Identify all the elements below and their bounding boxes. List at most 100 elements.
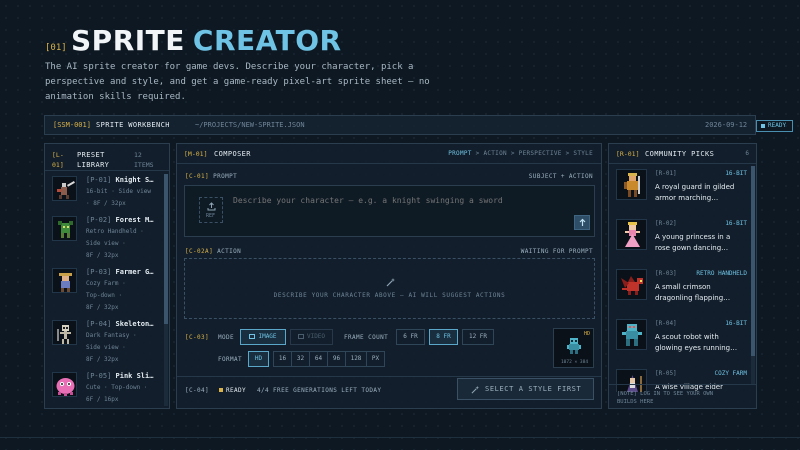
- footer-code: [C-04]: [185, 387, 210, 394]
- preset-name: Pink Sli…: [115, 372, 154, 380]
- library-scrollbar[interactable]: [164, 174, 168, 406]
- style-tag: 16-BIT: [725, 320, 747, 327]
- preset-name: Knight S…: [115, 176, 154, 184]
- library-scroll-thumb[interactable]: [164, 174, 168, 324]
- prompt-box: REF: [184, 185, 595, 237]
- frame-8-button[interactable]: 8 FR: [429, 329, 458, 345]
- settings-code: [C-03]: [185, 334, 210, 341]
- pink-slime-sprite-icon: [52, 372, 77, 397]
- divider: [177, 376, 601, 377]
- community-code: [R-01]: [616, 150, 640, 158]
- workbench-path: ~/PROJECTS/NEW-SPRITE.JSON: [195, 121, 305, 129]
- preset-name: Skeleton…: [115, 320, 154, 328]
- format-32-button[interactable]: 32: [291, 351, 310, 367]
- format-label: FORMAT: [218, 356, 243, 363]
- generate-button[interactable]: SELECT A STYLE FIRST: [457, 378, 594, 400]
- community-scrollbar[interactable]: [751, 166, 755, 384]
- action-empty-text: DESCRIBE YOUR CHARACTER ABOVE — AI WILL …: [273, 292, 506, 299]
- community-scroll-thumb[interactable]: [751, 166, 755, 356]
- footer-divider: [0, 437, 800, 438]
- knight-sprite-icon: [52, 176, 77, 201]
- arrow-up-icon: [579, 218, 586, 226]
- magic-wand-icon: [386, 278, 395, 287]
- divider: [609, 163, 756, 164]
- free-generations-text: 4/4 FREE GENERATIONS LEFT TODAY: [257, 387, 382, 394]
- action-label: [C-02A] ACTION: [185, 248, 242, 255]
- style-tag: COZY FARM: [714, 370, 747, 377]
- sprite-preview: HD 1072 × 384: [553, 328, 594, 368]
- reference-upload-button[interactable]: REF: [199, 197, 223, 223]
- ready-status-badge: READY: [756, 120, 793, 132]
- skeleton-sprite-icon: [52, 320, 77, 345]
- status-dot-icon: [761, 124, 765, 128]
- community-title: COMMUNITY PICKS: [645, 150, 715, 158]
- prompt-hint: SUBJECT + ACTION: [528, 173, 593, 180]
- step-prompt[interactable]: PROMPT: [448, 150, 471, 157]
- divider: [177, 163, 601, 164]
- preview-badge: HD: [583, 331, 590, 337]
- submit-prompt-button[interactable]: [574, 215, 590, 230]
- preset-name: Forest M…: [115, 216, 154, 224]
- mode-video-button[interactable]: VIDEO: [290, 329, 333, 345]
- community-count: 6: [745, 150, 749, 157]
- composer-panel: [M-01] COMPOSER PROMPT > ACTION > PERSPE…: [176, 143, 602, 409]
- community-item-princess[interactable]: [R-02] 16-BIT A young princess in a rose…: [615, 218, 753, 268]
- format-hd-button[interactable]: HD: [248, 351, 269, 367]
- action-status: WAITING FOR PROMPT: [520, 248, 593, 255]
- magic-wand-icon: [471, 385, 480, 394]
- forest-monster-sprite-icon: [52, 216, 77, 241]
- community-item-dragonling[interactable]: [R-03] RETRO HANDHELD A small crimson dr…: [615, 268, 753, 318]
- library-count: 12 ITEMS: [134, 151, 154, 169]
- style-tag: 16-BIT: [725, 170, 747, 177]
- format-64-button[interactable]: 64: [309, 351, 328, 367]
- mode-label: MODE: [218, 334, 235, 341]
- format-16-button[interactable]: 16: [273, 351, 292, 367]
- mode-image-button[interactable]: IMAGE: [240, 329, 286, 345]
- upload-icon: [207, 202, 216, 211]
- composer-code: [M-01]: [184, 150, 208, 158]
- community-picks-panel: [R-01] COMMUNITY PICKS 6 [R-01] 16-BIT A…: [608, 143, 757, 409]
- community-footer-note: [NOTE] LOG IN TO SEE YOUR OWN BUILDS HER…: [617, 391, 714, 405]
- format-px-button[interactable]: PX: [366, 351, 385, 367]
- workbench-bar: [SSM-001] SPRITE WORKBENCH ~/PROJECTS/NE…: [44, 115, 793, 135]
- divider: [45, 170, 169, 171]
- composer-stepper: PROMPT > ACTION > PERSPECTIVE > STYLE: [448, 150, 593, 157]
- action-suggestions-area: DESCRIBE YOUR CHARACTER ABOVE — AI WILL …: [184, 258, 595, 319]
- prompt-label: [C-01] PROMPT: [185, 173, 238, 180]
- preset-item-skeleton[interactable]: [P-04] Skeleton… Dark Fantasy · Side vie…: [51, 319, 163, 369]
- style-tag: 16-BIT: [725, 220, 747, 227]
- preset-name: Farmer G…: [115, 268, 154, 276]
- workbench-title: SPRITE WORKBENCH: [96, 121, 170, 129]
- preset-item-pink-slime[interactable]: [P-05] Pink Sli… Cute · Top-down · 6F / …: [51, 371, 163, 407]
- footer-status: READY: [226, 387, 247, 394]
- royal-guard-sprite-icon: [616, 169, 647, 200]
- title-part-sprite: SPRITE: [71, 24, 185, 57]
- dragon-sprite-icon: [616, 269, 647, 300]
- frame-count-label: FRAME COUNT: [344, 334, 389, 341]
- preset-item-farmer[interactable]: [P-03] Farmer G… Cozy Farm · Top-down · …: [51, 267, 163, 317]
- community-item-scout-robot[interactable]: [R-04] 16-BIT A scout robot with glowing…: [615, 318, 753, 368]
- community-item-village-elder[interactable]: [R-05] COZY FARM A wise village elder le…: [615, 368, 753, 392]
- community-item-royal-guard[interactable]: [R-01] 16-BIT A royal guard in gilded ar…: [615, 168, 753, 218]
- preset-item-forest-monster[interactable]: [P-02] Forest M… Retro Handheld · Side v…: [51, 215, 163, 265]
- prompt-input[interactable]: [233, 192, 573, 208]
- princess-sprite-icon: [616, 219, 647, 250]
- divider: [609, 384, 756, 385]
- workbench-code: [SSM-001]: [53, 121, 91, 129]
- robot-sprite-icon: [616, 319, 647, 350]
- format-128-button[interactable]: 128: [345, 351, 367, 367]
- library-code: [L- 01]: [52, 151, 64, 169]
- image-icon: [249, 334, 256, 339]
- hero-tag: [01]: [45, 43, 67, 53]
- style-tag: RETRO HANDHELD: [696, 270, 747, 277]
- hero-description: The AI sprite creator for game devs. Des…: [45, 62, 430, 102]
- preset-library-panel: [L- 01] PRESET LIBRARY 12 ITEMS [P-01] Knig…: [44, 143, 170, 409]
- preview-size: 1072 × 384: [560, 360, 589, 365]
- title-part-creator: CREATOR: [192, 24, 342, 57]
- step-rest: > ACTION > PERSPECTIVE > STYLE: [475, 150, 593, 157]
- farmer-sprite-icon: [52, 268, 77, 293]
- frame-6-button[interactable]: 6 FR: [396, 329, 425, 345]
- robot-sprite-icon: [567, 338, 581, 354]
- frame-12-button[interactable]: 12 FR: [462, 329, 494, 345]
- format-96-button[interactable]: 96: [327, 351, 346, 367]
